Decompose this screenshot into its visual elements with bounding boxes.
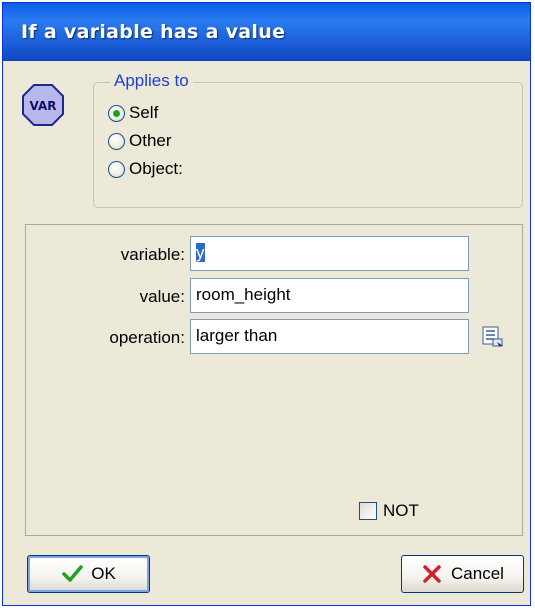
value-value: room_height: [196, 285, 291, 304]
cross-icon: [423, 565, 441, 583]
var-icon: VAR: [22, 84, 64, 126]
cancel-button[interactable]: Cancel: [401, 555, 524, 593]
window-title: If a variable has a value: [21, 21, 286, 43]
value-label: value:: [139, 287, 185, 306]
checkmark-icon: [62, 565, 83, 582]
value-field[interactable]: room_height: [190, 278, 469, 313]
radio-object[interactable]: Object:: [108, 159, 183, 179]
radio-other-label: Other: [129, 131, 172, 150]
radio-other-button[interactable]: [108, 132, 125, 150]
variable-field[interactable]: y: [190, 236, 469, 271]
radio-self-button[interactable]: [108, 104, 125, 122]
radio-object-label: Object:: [129, 159, 183, 178]
radio-self[interactable]: Self: [108, 103, 158, 123]
radio-other[interactable]: Other: [108, 131, 172, 151]
operation-menu-icon[interactable]: [481, 324, 505, 348]
applies-to-legend: Applies to: [110, 71, 193, 91]
cancel-button-label: Cancel: [451, 564, 504, 583]
radio-self-label: Self: [129, 103, 159, 122]
operation-label: operation:: [109, 328, 185, 347]
variable-value: y: [196, 243, 205, 262]
ok-button-label: OK: [91, 564, 116, 583]
var-icon-label: VAR: [30, 99, 57, 113]
not-checkbox-row[interactable]: NOT: [359, 501, 419, 521]
variable-label: variable:: [120, 245, 185, 264]
operation-field[interactable]: larger than: [190, 319, 469, 354]
ok-button[interactable]: OK: [27, 555, 150, 593]
not-checkbox-label: NOT: [383, 501, 419, 520]
not-checkbox[interactable]: [359, 502, 377, 520]
title-bar[interactable]: If a variable has a value: [3, 3, 530, 61]
operation-value: larger than: [196, 326, 278, 345]
radio-object-button[interactable]: [108, 160, 125, 178]
